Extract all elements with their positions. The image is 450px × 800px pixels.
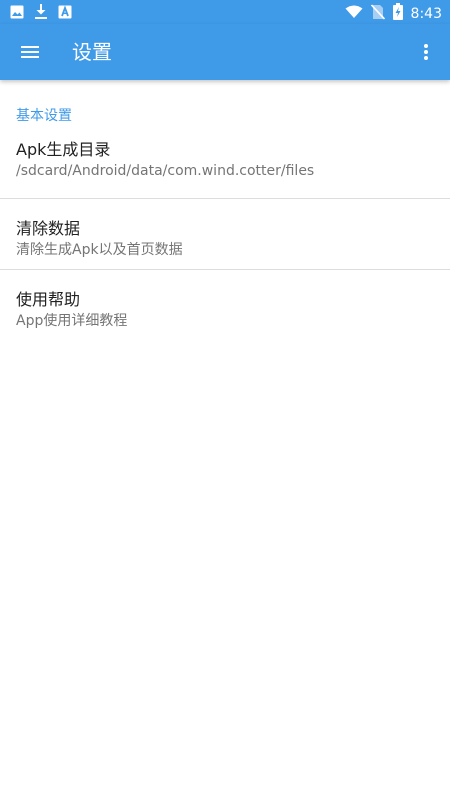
pref-title: 清除数据 bbox=[16, 219, 81, 238]
pref-apk-directory[interactable]: Apk生成目录 /sdcard/Android/data/com.wind.co… bbox=[0, 128, 450, 199]
pref-help[interactable]: 使用帮助 App使用详细教程 bbox=[0, 270, 450, 341]
status-bar: 8:43 bbox=[0, 0, 450, 24]
pref-summary: App使用详细教程 bbox=[16, 313, 128, 329]
pref-clear-data[interactable]: 清除数据 清除生成Apk以及首页数据 bbox=[0, 199, 450, 270]
wifi-icon bbox=[345, 5, 363, 23]
pref-title: 使用帮助 bbox=[16, 290, 81, 309]
download-icon bbox=[34, 4, 48, 23]
battery-charging-icon bbox=[392, 3, 403, 24]
pref-title: Apk生成目录 bbox=[16, 140, 111, 159]
category-header: 基本设置 bbox=[16, 108, 72, 124]
android-icon bbox=[58, 4, 72, 23]
status-bar-left bbox=[10, 4, 72, 23]
status-time: 8:43 bbox=[410, 5, 442, 22]
app-bar: 设置 bbox=[0, 24, 450, 80]
pref-summary: 清除生成Apk以及首页数据 bbox=[16, 242, 183, 258]
hamburger-menu-icon[interactable] bbox=[10, 32, 50, 72]
page-title: 设置 bbox=[72, 40, 112, 64]
more-vert-icon[interactable] bbox=[406, 32, 446, 72]
no-sim-icon bbox=[370, 3, 385, 24]
settings-list: 基本设置 Apk生成目录 /sdcard/Android/data/com.wi… bbox=[0, 80, 450, 341]
image-icon bbox=[10, 4, 24, 23]
pref-summary: /sdcard/Android/data/com.wind.cotter/fil… bbox=[16, 163, 315, 179]
status-bar-right: 8:43 bbox=[345, 3, 442, 24]
